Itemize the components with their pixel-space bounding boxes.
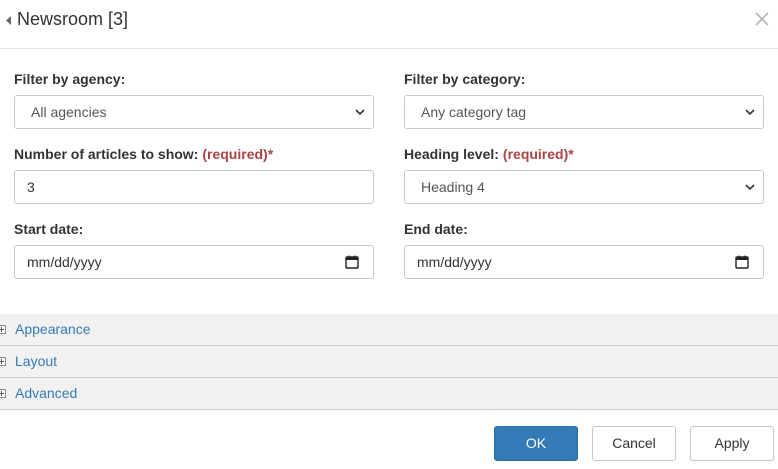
section-advanced-label[interactable]: Advanced bbox=[15, 385, 77, 402]
apply-button[interactable]: Apply bbox=[690, 426, 774, 461]
start-date-label: Start date: bbox=[14, 221, 84, 237]
plus-square-icon[interactable] bbox=[0, 357, 6, 366]
calendar-icon[interactable] bbox=[345, 255, 359, 269]
chevron-down-icon bbox=[355, 109, 365, 116]
dialog-header: Newsroom [3] bbox=[0, 0, 778, 49]
articles-label-text: Number of articles to show: bbox=[14, 146, 199, 162]
section-appearance[interactable]: Appearance bbox=[0, 314, 778, 346]
section-layout-label[interactable]: Layout bbox=[15, 353, 57, 370]
end-date-input[interactable]: mm/dd/yyyy bbox=[404, 245, 764, 279]
end-date-placeholder: mm/dd/yyyy bbox=[417, 254, 492, 270]
articles-count-value: 3 bbox=[27, 179, 35, 195]
required-marker: (required)* bbox=[502, 146, 574, 162]
section-advanced[interactable]: Advanced bbox=[0, 378, 778, 410]
plus-square-icon[interactable] bbox=[0, 325, 6, 334]
caret-left-icon[interactable] bbox=[6, 12, 14, 28]
close-icon[interactable] bbox=[754, 11, 770, 27]
category-label: Filter by category: bbox=[404, 71, 526, 87]
articles-label: Number of articles to show: (required)* bbox=[14, 146, 273, 163]
agency-select-value: All agencies bbox=[31, 104, 107, 120]
agency-select[interactable]: All agencies bbox=[14, 95, 374, 129]
heading-level-select[interactable]: Heading 4 bbox=[404, 170, 764, 204]
articles-count-input[interactable]: 3 bbox=[14, 170, 374, 204]
dialog-title: Newsroom [3] bbox=[17, 9, 129, 29]
cancel-button[interactable]: Cancel bbox=[592, 426, 676, 461]
plus-square-icon[interactable] bbox=[0, 389, 6, 398]
start-date-input[interactable]: mm/dd/yyyy bbox=[14, 245, 374, 279]
end-date-label: End date: bbox=[404, 221, 468, 237]
ok-button[interactable]: OK bbox=[494, 426, 578, 461]
agency-label: Filter by agency: bbox=[14, 71, 126, 87]
newsroom-dialog: Newsroom [3] Filter by agency: All agenc… bbox=[0, 0, 778, 469]
heading-level-label-text: Heading level: bbox=[404, 146, 499, 162]
category-select-value: Any category tag bbox=[421, 104, 527, 120]
start-date-placeholder: mm/dd/yyyy bbox=[27, 254, 102, 270]
chevron-down-icon bbox=[745, 109, 755, 116]
section-layout[interactable]: Layout bbox=[0, 346, 778, 378]
required-marker: (required)* bbox=[202, 146, 274, 162]
heading-level-value: Heading 4 bbox=[421, 179, 485, 195]
section-appearance-label[interactable]: Appearance bbox=[15, 321, 91, 338]
category-select[interactable]: Any category tag bbox=[404, 95, 764, 129]
heading-level-label: Heading level: (required)* bbox=[404, 146, 574, 163]
calendar-icon[interactable] bbox=[735, 255, 749, 269]
chevron-down-icon bbox=[745, 184, 755, 191]
